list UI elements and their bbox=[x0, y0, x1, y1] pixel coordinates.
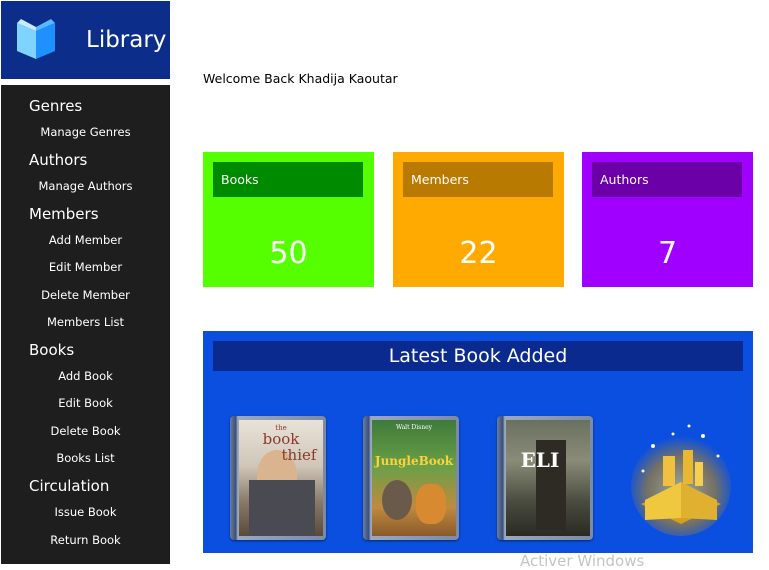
cover-text: thief bbox=[281, 446, 317, 464]
book-cover-item[interactable]: Walt Disney JungleBook bbox=[363, 416, 459, 540]
welcome-message: Welcome Back Khadija Kaoutar bbox=[203, 71, 398, 86]
authors-stat-card[interactable]: Authors 7 bbox=[582, 152, 753, 287]
sidebar-section-authors[interactable]: Authors bbox=[29, 151, 87, 169]
sidebar-item-return-book[interactable]: Return Book bbox=[1, 533, 170, 547]
book-cover-item[interactable]: ELI bbox=[497, 416, 593, 540]
authors-stat-label: Authors bbox=[592, 162, 742, 197]
latest-books-title: Latest Book Added bbox=[213, 341, 743, 371]
book-cover-image: Walt Disney JungleBook bbox=[372, 420, 456, 536]
sidebar-section-books[interactable]: Books bbox=[29, 341, 74, 359]
cover-text: Walt Disney bbox=[395, 424, 433, 431]
sidebar-section-genres[interactable]: Genres bbox=[29, 97, 82, 115]
members-stat-card[interactable]: Members 22 bbox=[393, 152, 564, 287]
sidebar-item-delete-member[interactable]: Delete Member bbox=[1, 288, 170, 302]
app-title: Library bbox=[86, 27, 167, 53]
sidebar-item-manage-genres[interactable]: Manage Genres bbox=[1, 125, 170, 139]
sidebar-item-manage-authors[interactable]: Manage Authors bbox=[1, 179, 170, 193]
members-stat-value: 22 bbox=[459, 236, 498, 271]
sidebar-item-members-list[interactable]: Members List bbox=[1, 315, 170, 329]
sidebar-item-delete-book[interactable]: Delete Book bbox=[1, 424, 170, 438]
book-cover-item[interactable] bbox=[623, 416, 738, 540]
books-stat-label: Books bbox=[213, 162, 363, 197]
book-logo-icon bbox=[17, 19, 55, 59]
sidebar-section-members[interactable]: Members bbox=[29, 205, 99, 223]
members-stat-label: Members bbox=[403, 162, 553, 197]
sidebar-item-edit-member[interactable]: Edit Member bbox=[1, 260, 170, 274]
sidebar-item-add-book[interactable]: Add Book bbox=[1, 369, 170, 383]
cover-text: ELI bbox=[520, 448, 560, 472]
book-cover-image: the book thief bbox=[239, 420, 323, 536]
sidebar-section-circulation[interactable]: Circulation bbox=[29, 477, 109, 495]
latest-books-panel: Latest Book Added the book thief Walt Di… bbox=[203, 331, 753, 553]
book-cover-image: ELI bbox=[506, 420, 590, 536]
sidebar-item-issue-book[interactable]: Issue Book bbox=[1, 505, 170, 519]
sidebar-item-books-list[interactable]: Books List bbox=[1, 451, 170, 465]
activation-watermark: Activer Windows bbox=[520, 552, 645, 570]
sidebar: Genres Manage Genres Authors Manage Auth… bbox=[1, 85, 170, 564]
magic-book-image bbox=[631, 424, 731, 536]
cover-text: JungleBook bbox=[374, 454, 454, 468]
books-stat-card[interactable]: Books 50 bbox=[203, 152, 374, 287]
sidebar-item-add-member[interactable]: Add Member bbox=[1, 233, 170, 247]
app-logo-header: Library bbox=[1, 1, 170, 79]
books-stat-value: 50 bbox=[269, 236, 308, 271]
sidebar-item-edit-book[interactable]: Edit Book bbox=[1, 396, 170, 410]
authors-stat-value: 7 bbox=[657, 236, 678, 271]
book-cover-item[interactable]: the book thief bbox=[230, 416, 326, 540]
